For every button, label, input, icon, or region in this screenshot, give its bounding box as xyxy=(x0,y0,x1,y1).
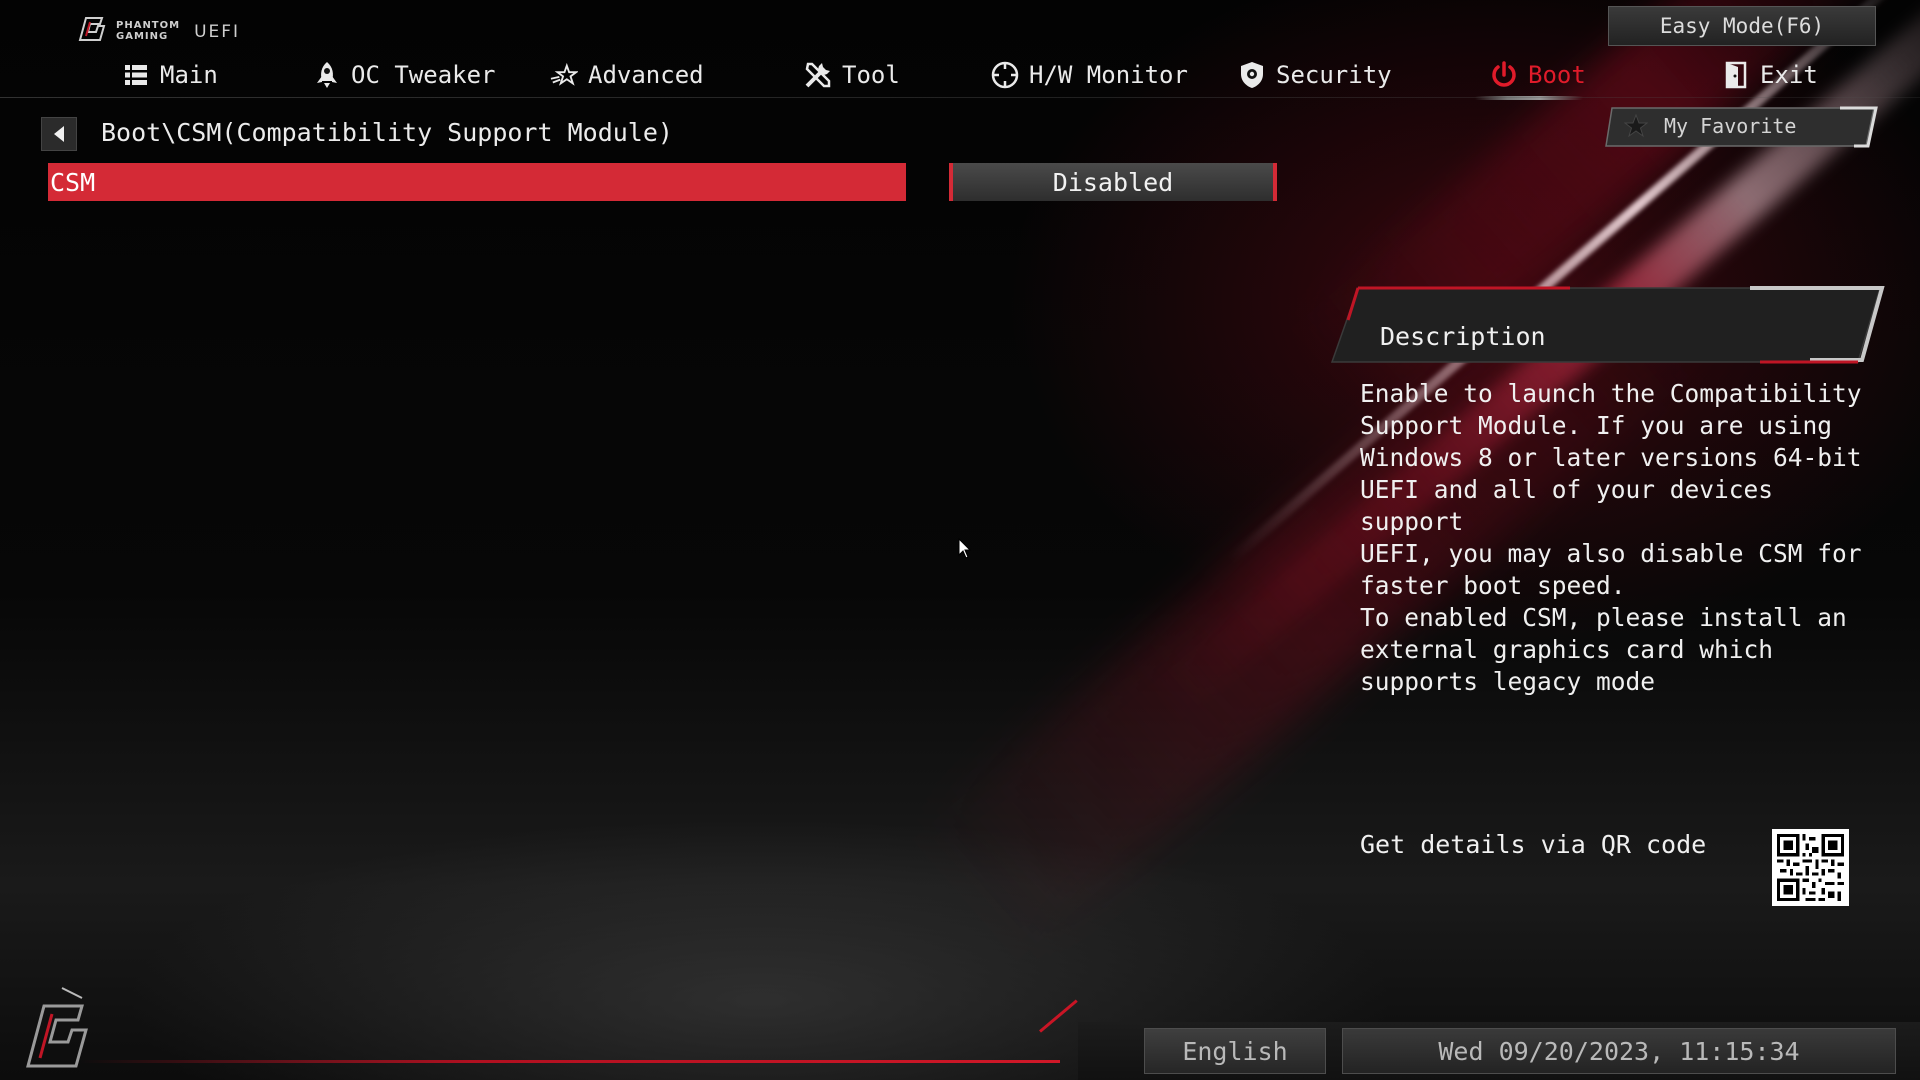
tab-tool[interactable]: Tool xyxy=(804,52,900,98)
qr-code-image xyxy=(1772,829,1849,906)
easy-mode-button[interactable]: Easy Mode(F6) xyxy=(1608,6,1876,46)
star-icon xyxy=(1624,114,1648,138)
back-arrow-icon xyxy=(54,126,64,142)
footer-accent-line xyxy=(80,1060,1060,1063)
tab-label: Tool xyxy=(842,61,900,89)
description-title: Description xyxy=(1380,322,1546,351)
main-tab-bar: Main OC Tweaker Advanced Tool H/W Monito… xyxy=(0,52,1920,100)
language-button[interactable]: English xyxy=(1144,1028,1326,1074)
my-favorite-button[interactable]: My Favorite xyxy=(1604,106,1880,148)
qr-code-pattern xyxy=(1777,834,1844,901)
list-icon xyxy=(122,61,150,89)
star-swoosh-icon xyxy=(550,61,578,89)
crosshair-icon xyxy=(991,61,1019,89)
tab-boot[interactable]: Boot xyxy=(1490,52,1586,98)
description-text: Enable to launch the Compatibility Suppo… xyxy=(1360,378,1880,698)
description-line: faster boot speed. xyxy=(1360,571,1626,600)
qr-code-label: Get details via QR code xyxy=(1360,830,1707,859)
tab-label: Security xyxy=(1276,61,1392,89)
tab-hw-monitor[interactable]: H/W Monitor xyxy=(991,52,1188,98)
phantom-gaming-logo-icon xyxy=(78,17,106,41)
description-line: UEFI, you may also disable CSM for xyxy=(1360,539,1862,568)
back-button[interactable] xyxy=(41,117,77,151)
rocket-icon xyxy=(313,61,341,89)
description-line: Enable to launch the Compatibility xyxy=(1360,379,1862,408)
description-line: Windows 8 or later versions 64-bit xyxy=(1360,443,1862,472)
tab-label: Boot xyxy=(1528,61,1586,89)
logo-line2: GAMING xyxy=(116,31,169,42)
tab-security[interactable]: Security xyxy=(1238,52,1392,98)
tab-label: H/W Monitor xyxy=(1029,61,1188,89)
footer-accent-diagonal xyxy=(1039,999,1078,1033)
logo-line1: PHANTOM xyxy=(116,20,181,31)
tab-advanced[interactable]: Advanced xyxy=(550,52,704,98)
description-line: supports legacy mode xyxy=(1360,667,1656,696)
tab-main[interactable]: Main xyxy=(122,52,218,98)
logo-product: UEFI xyxy=(194,22,241,42)
csm-value-dropdown[interactable]: Disabled xyxy=(949,163,1277,201)
tab-label: Exit xyxy=(1760,61,1818,89)
tab-exit[interactable]: Exit xyxy=(1722,52,1818,98)
favorite-label: My Favorite xyxy=(1664,114,1797,138)
exit-door-icon xyxy=(1722,61,1750,89)
setting-label: CSM xyxy=(50,167,96,197)
shield-icon xyxy=(1238,61,1266,89)
power-icon xyxy=(1490,61,1518,89)
mouse-cursor-icon xyxy=(958,538,972,559)
tab-label: Advanced xyxy=(588,61,704,89)
setting-row-csm[interactable]: CSM xyxy=(48,163,906,201)
tab-label: Main xyxy=(160,61,218,89)
description-line: To enabled CSM, please install an xyxy=(1360,603,1847,632)
phantom-gaming-logo: PHANTOM GAMING UEFI xyxy=(76,14,240,42)
description-line: external graphics card which xyxy=(1360,635,1774,664)
header-divider xyxy=(0,97,1920,98)
tools-icon xyxy=(804,61,832,89)
description-line: UEFI and all of your devices support xyxy=(1360,475,1774,536)
description-line: Support Module. If you are using xyxy=(1360,411,1833,440)
uefi-screen: PHANTOM GAMING UEFI Easy Mode(F6) Main O… xyxy=(0,0,1920,1080)
tab-label: OC Tweaker xyxy=(351,61,496,89)
date-time-display: Wed 09/20/2023, 11:15:34 xyxy=(1342,1028,1896,1074)
tab-oc-tweaker[interactable]: OC Tweaker xyxy=(313,52,496,98)
breadcrumb: Boot\CSM(Compatibility Support Module) xyxy=(101,118,673,147)
